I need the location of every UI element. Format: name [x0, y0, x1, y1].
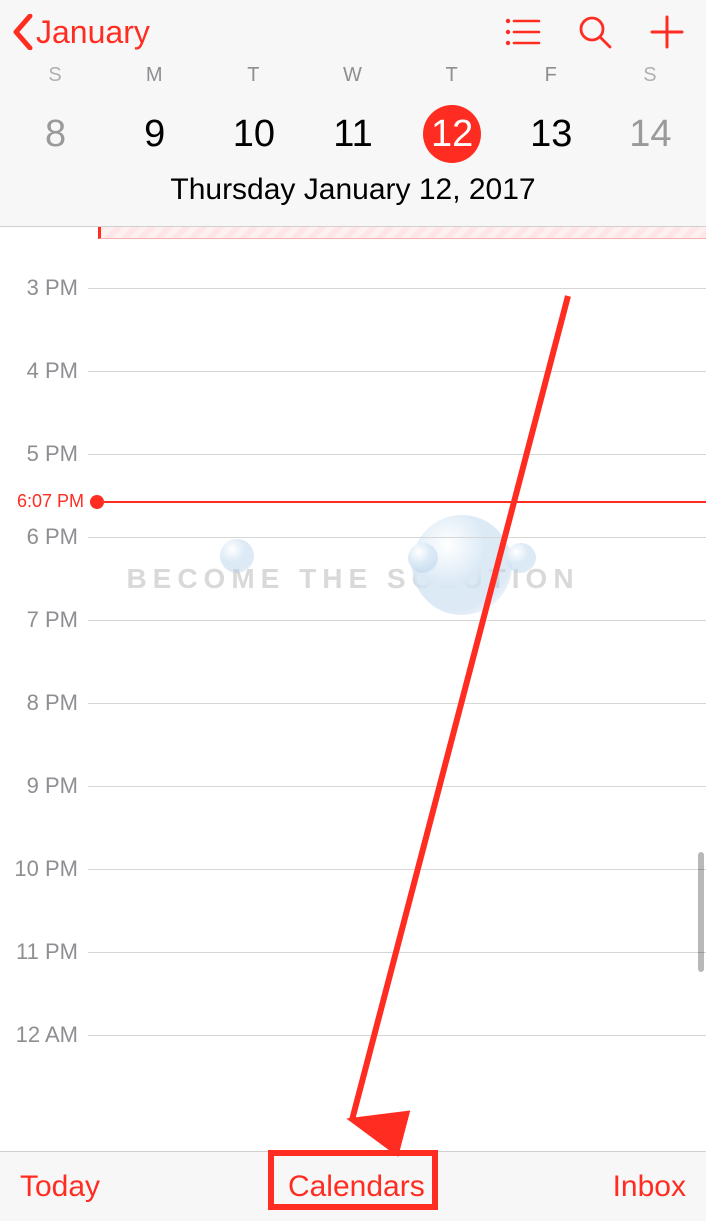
- current-time-dot: [90, 495, 104, 509]
- hour-line: [88, 869, 706, 870]
- hour-row: 3 PM: [0, 275, 706, 301]
- day-column[interactable]: M9: [105, 64, 204, 163]
- calendars-button[interactable]: Calendars: [288, 1170, 425, 1204]
- search-button[interactable]: [568, 5, 622, 59]
- day-of-week-label: M: [146, 64, 164, 87]
- hour-line: [88, 786, 706, 787]
- day-timeline[interactable]: 6:07 PM BECOME THE SOLUTION 3 PM 4 PM 5 PM…: [0, 227, 706, 1151]
- list-icon: [505, 17, 541, 47]
- day-number[interactable]: 13: [522, 105, 580, 163]
- day-column[interactable]: W 11: [303, 64, 402, 163]
- day-of-week-label: S: [48, 64, 62, 87]
- hour-line: [88, 454, 706, 455]
- day-number[interactable]: 14: [621, 105, 679, 163]
- selected-date-label: Thursday January 12, 2017: [0, 163, 706, 217]
- current-time-label: 6:07 PM: [0, 491, 88, 512]
- hour-line: [88, 952, 706, 953]
- hour-line: [88, 537, 706, 538]
- week-day-row: S8M9T10W11T12F13S14: [0, 64, 706, 163]
- hour-row: 12 AM: [0, 1022, 706, 1048]
- hour-row: 10 PM: [0, 856, 706, 882]
- current-time-line: [104, 501, 706, 503]
- hour-label: 4 PM: [0, 358, 88, 384]
- hour-row: 8 PM: [0, 690, 706, 716]
- search-icon: [577, 14, 613, 50]
- day-of-week-label: W: [343, 64, 363, 87]
- hour-label: 11 PM: [0, 939, 88, 965]
- hour-row: 4 PM: [0, 358, 706, 384]
- day-number[interactable]: 8: [27, 105, 85, 163]
- hour-label: 3 PM: [0, 275, 88, 301]
- day-of-week-label: F: [545, 64, 558, 87]
- today-button[interactable]: Today: [20, 1170, 100, 1204]
- day-number[interactable]: 12: [423, 105, 481, 163]
- current-time-indicator: 6:07 PM: [0, 491, 706, 512]
- day-column[interactable]: S8: [6, 64, 105, 163]
- back-label: January: [36, 14, 150, 51]
- hour-line: [88, 371, 706, 372]
- hour-line: [88, 1035, 706, 1036]
- add-event-button[interactable]: [640, 5, 694, 59]
- hour-label: 9 PM: [0, 773, 88, 799]
- hour-row: 7 PM: [0, 607, 706, 633]
- day-of-week-label: T: [446, 64, 459, 87]
- hour-row: 5 PM: [0, 441, 706, 467]
- chevron-left-icon: [12, 14, 34, 50]
- hour-row: 6 PM: [0, 524, 706, 550]
- all-day-event-strip[interactable]: [98, 227, 706, 239]
- day-number[interactable]: 11: [324, 105, 382, 163]
- day-of-week-label: S: [643, 64, 657, 87]
- day-column[interactable]: S 14: [601, 64, 700, 163]
- back-button[interactable]: January: [12, 14, 150, 51]
- hour-line: [88, 703, 706, 704]
- day-number[interactable]: 9: [126, 105, 184, 163]
- bottom-toolbar: Today Calendars Inbox: [0, 1151, 706, 1221]
- inbox-button[interactable]: Inbox: [613, 1170, 686, 1204]
- day-number[interactable]: 10: [225, 105, 283, 163]
- hour-line: [88, 620, 706, 621]
- hour-label: 7 PM: [0, 607, 88, 633]
- hour-label: 10 PM: [0, 856, 88, 882]
- hour-label: 5 PM: [0, 441, 88, 467]
- day-column[interactable]: T 12: [403, 64, 502, 163]
- scroll-indicator: [698, 852, 704, 972]
- hour-label: 12 AM: [0, 1022, 88, 1048]
- list-view-button[interactable]: [496, 5, 550, 59]
- hour-label: 6 PM: [0, 524, 88, 550]
- watermark-text: BECOME THE SOLUTION: [0, 563, 706, 595]
- hour-row: 11 PM: [0, 939, 706, 965]
- plus-icon: [649, 14, 685, 50]
- day-column[interactable]: F 13: [502, 64, 601, 163]
- hour-line: [88, 288, 706, 289]
- hour-label: 8 PM: [0, 690, 88, 716]
- day-of-week-label: T: [247, 64, 260, 87]
- day-column[interactable]: T 10: [204, 64, 303, 163]
- hour-row: 9 PM: [0, 773, 706, 799]
